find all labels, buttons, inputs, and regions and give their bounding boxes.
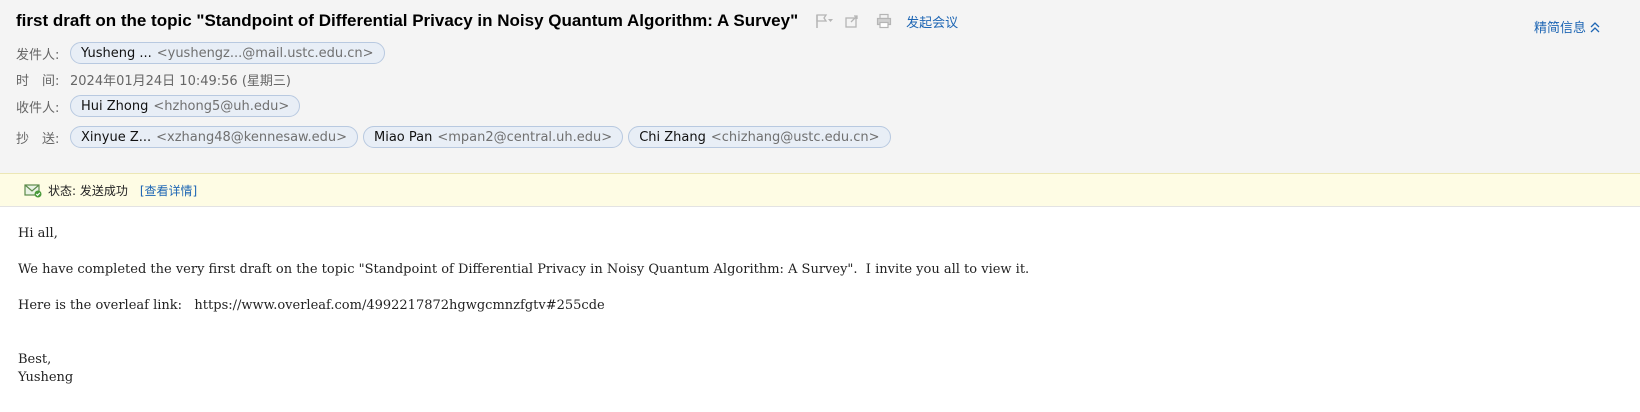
sender-name: Yusheng ...	[81, 45, 152, 61]
cc-row: 抄 送: Xinyue Z... <xzhang48@kennesaw.edu>…	[16, 126, 896, 148]
cc-name: Xinyue Z...	[81, 129, 152, 145]
time-row: 时 间: 2024年01月24日 10:49:56 (星期三)	[16, 68, 291, 90]
to-row: 收件人: Hui Zhong <hzhong5@uh.edu>	[16, 95, 305, 117]
to-label: 收件人:	[16, 100, 60, 116]
print-icon[interactable]	[874, 11, 894, 31]
body-signature: Yusheng	[18, 370, 74, 385]
body-link-line[interactable]: Here is the overleaf link: https://www.o…	[18, 297, 605, 315]
email-subject: first draft on the topic "Standpoint of …	[16, 11, 799, 30]
send-status: 状态: 发送成功	[48, 183, 128, 198]
mail-sent-icon	[24, 184, 42, 198]
sender-chip[interactable]: Yusheng ... <yushengz...@mail.ustc.edu.c…	[70, 42, 385, 64]
body-paragraph: We have completed the very first draft o…	[18, 262, 1030, 277]
email-header: first draft on the topic "Standpoint of …	[0, 0, 1640, 182]
status-bar: 状态: 发送成功 [查看详情]	[0, 173, 1640, 207]
sent-time: 2024年01月24日 10:49:56 (星期三)	[70, 73, 291, 89]
cc-chip[interactable]: Miao Pan <mpan2@central.uh.edu>	[363, 126, 624, 148]
brief-info-toggle[interactable]: 精简信息	[1534, 17, 1600, 36]
share-icon[interactable]	[842, 11, 862, 31]
brief-info-label: 精简信息	[1533, 21, 1586, 36]
start-meeting-link[interactable]: 发起会议	[906, 12, 958, 31]
view-details-link[interactable]: [查看详情]	[140, 182, 197, 199]
time-label: 时 间:	[16, 73, 60, 89]
cc-email: <xzhang48@kennesaw.edu>	[156, 129, 348, 145]
body-greeting: Hi all,	[18, 226, 58, 241]
recipient-chip[interactable]: Hui Zhong <hzhong5@uh.edu>	[70, 95, 301, 117]
from-row: 发件人: Yusheng ... <yushengz...@mail.ustc.…	[16, 42, 390, 64]
cc-email: <chizhang@ustc.edu.cn>	[710, 129, 880, 145]
flag-icon[interactable]	[814, 11, 834, 31]
cc-name: Chi Zhang	[639, 129, 706, 145]
cc-email: <mpan2@central.uh.edu>	[437, 129, 613, 145]
cc-chip[interactable]: Xinyue Z... <xzhang48@kennesaw.edu>	[70, 126, 359, 148]
cc-name: Miao Pan	[374, 129, 433, 145]
sender-email: <yushengz...@mail.ustc.edu.cn>	[156, 45, 374, 61]
recipient-name: Hui Zhong	[81, 98, 149, 114]
subject-row: first draft on the topic "Standpoint of …	[16, 9, 958, 33]
chevrons-up-icon	[1590, 21, 1600, 32]
from-label: 发件人:	[16, 47, 60, 63]
cc-label: 抄 送:	[16, 131, 60, 147]
cc-chip[interactable]: Chi Zhang <chizhang@ustc.edu.cn>	[628, 126, 891, 148]
recipient-email: <hzhong5@uh.edu>	[153, 98, 290, 114]
body-signoff: Best,	[18, 352, 52, 367]
